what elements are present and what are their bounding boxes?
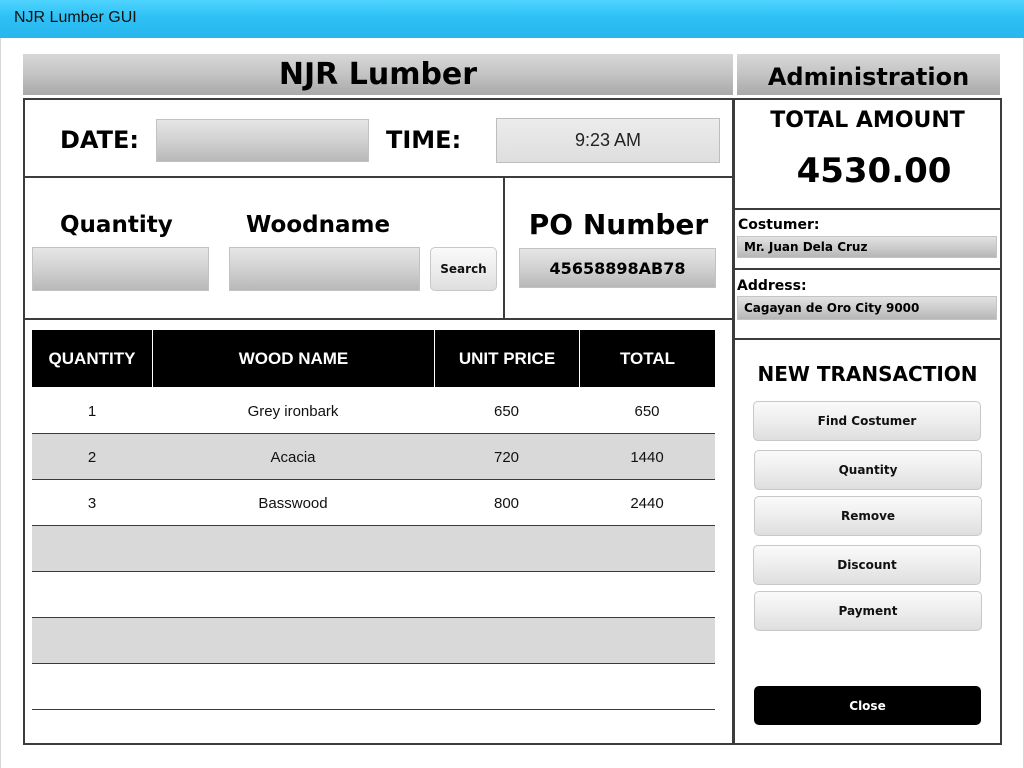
time-label: TIME: bbox=[386, 126, 462, 154]
admin-title: Administration bbox=[737, 54, 1000, 95]
cell-wood-name: Grey ironbark bbox=[247, 402, 339, 420]
cell-total: 650 bbox=[634, 402, 660, 420]
po-value: 45658898AB78 bbox=[519, 248, 716, 288]
cell-quantity: 1 bbox=[87, 402, 97, 420]
search-button[interactable]: Search bbox=[430, 247, 497, 291]
table-row[interactable] bbox=[32, 618, 715, 664]
woodname-label: Woodname bbox=[246, 212, 391, 238]
cell-unit-price bbox=[434, 526, 579, 572]
close-button[interactable]: Close bbox=[754, 686, 981, 725]
cell-unit-price bbox=[434, 572, 579, 618]
divider bbox=[503, 177, 505, 319]
address-field: Cagayan de Oro City 9000 bbox=[737, 296, 997, 320]
cell-quantity: 2 bbox=[87, 448, 97, 466]
address-label: Address: bbox=[737, 278, 807, 294]
cell-unit-price bbox=[434, 664, 579, 710]
cell-total: 1440 bbox=[630, 448, 664, 466]
cell-total bbox=[579, 664, 715, 710]
quantity-input[interactable] bbox=[32, 247, 209, 291]
cell-wood-name: Basswood bbox=[258, 494, 328, 512]
remove-button[interactable]: Remove bbox=[754, 496, 982, 536]
new-transaction-title: NEW TRANSACTION bbox=[757, 362, 978, 386]
date-label: DATE: bbox=[60, 126, 139, 154]
cell-wood-name: Acacia bbox=[270, 448, 316, 466]
cell-total bbox=[579, 618, 715, 664]
po-label: PO Number bbox=[528, 208, 709, 241]
cell-quantity bbox=[32, 526, 152, 572]
cell-unit-price: 720 bbox=[493, 448, 520, 466]
cell-quantity: 3 bbox=[87, 494, 97, 512]
cell-total bbox=[579, 572, 715, 618]
customer-field: Mr. Juan Dela Cruz bbox=[737, 236, 997, 258]
find-customer-button[interactable]: Find Costumer bbox=[753, 401, 981, 441]
payment-button[interactable]: Payment bbox=[754, 591, 982, 631]
table-row[interactable]: 2 Acacia 720 1440 bbox=[32, 434, 715, 480]
transaction-panel bbox=[733, 338, 1002, 745]
total-amount-value: 4530.00 bbox=[796, 151, 952, 191]
cell-wood-name bbox=[152, 572, 434, 618]
cell-unit-price bbox=[434, 618, 579, 664]
column-header-wood-name: WOOD NAME bbox=[152, 330, 434, 387]
total-amount-label: TOTAL AMOUNT bbox=[770, 108, 965, 133]
time-field: 9:23 AM bbox=[496, 118, 720, 163]
cell-wood-name bbox=[152, 526, 434, 572]
column-header-quantity: QUANTITY bbox=[32, 330, 152, 387]
cell-total: 2440 bbox=[630, 494, 664, 512]
table-row[interactable] bbox=[32, 572, 715, 618]
cell-unit-price: 800 bbox=[493, 494, 520, 512]
date-field[interactable] bbox=[156, 119, 369, 162]
column-header-unit-price: UNIT PRICE bbox=[434, 330, 579, 387]
cell-unit-price: 650 bbox=[493, 402, 520, 420]
cell-quantity bbox=[32, 618, 152, 664]
customer-label: Costumer: bbox=[738, 217, 820, 233]
divider bbox=[23, 318, 734, 320]
table-row[interactable]: 1 Grey ironbark 650 650 bbox=[32, 388, 715, 434]
quantity-label: Quantity bbox=[60, 212, 173, 238]
table-row[interactable] bbox=[32, 526, 715, 572]
cell-quantity bbox=[32, 572, 152, 618]
discount-button[interactable]: Discount bbox=[753, 545, 981, 585]
quantity-button[interactable]: Quantity bbox=[754, 450, 982, 490]
cell-wood-name bbox=[152, 664, 434, 710]
cell-wood-name bbox=[152, 618, 434, 664]
divider bbox=[23, 176, 734, 178]
window-title: NJR Lumber GUI bbox=[14, 9, 137, 26]
table-row[interactable] bbox=[32, 664, 715, 710]
woodname-input[interactable] bbox=[229, 247, 420, 291]
table-row[interactable]: 3 Basswood 800 2440 bbox=[32, 480, 715, 526]
window-titlebar: NJR Lumber GUI bbox=[0, 0, 1024, 38]
cell-total bbox=[579, 526, 715, 572]
app-title: NJR Lumber bbox=[23, 54, 733, 95]
cell-quantity bbox=[32, 664, 152, 710]
column-header-total: TOTAL bbox=[579, 330, 715, 387]
